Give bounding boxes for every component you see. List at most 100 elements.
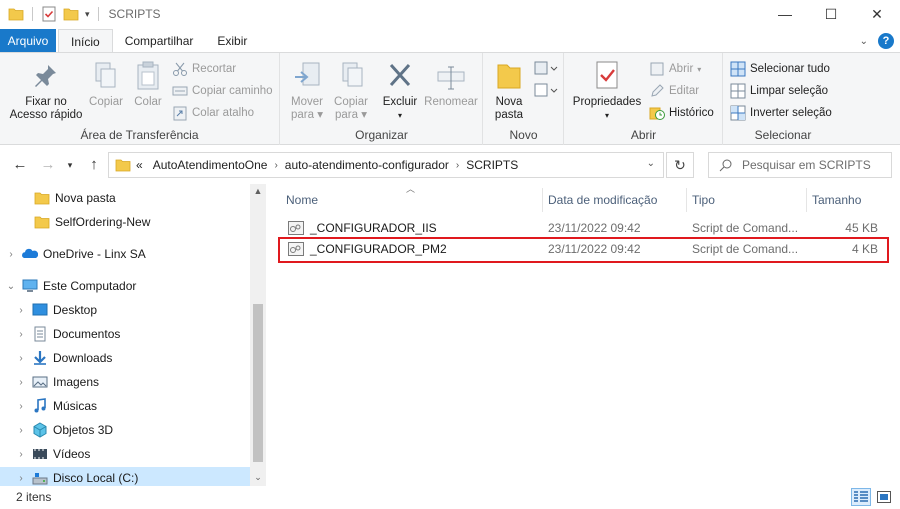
nav-item-selfordering[interactable]: SelfOrdering-New bbox=[0, 211, 250, 233]
column-header-type[interactable]: Tipo bbox=[686, 188, 806, 212]
copy-path-button[interactable]: Copiar caminho bbox=[172, 82, 273, 100]
history-button[interactable]: Histórico bbox=[649, 104, 714, 122]
delete-icon bbox=[389, 63, 411, 87]
nav-scrollbar[interactable]: ▲ ⌄ bbox=[250, 184, 266, 486]
address-dropdown-icon[interactable]: ⌄ bbox=[647, 158, 655, 169]
column-header-size[interactable]: Tamanho bbox=[806, 188, 886, 212]
title-bar: ▾ SCRIPTS — ☐ ✕ bbox=[0, 0, 900, 28]
delete-button[interactable]: Excluir ▾ bbox=[377, 59, 423, 122]
breadcrumb-autoatendimentoone[interactable]: AutoAtendimentoOne bbox=[148, 158, 273, 172]
properties-button[interactable]: Propriedades ▾ bbox=[571, 59, 643, 122]
search-icon bbox=[719, 159, 732, 171]
new-item-icon[interactable] bbox=[534, 61, 558, 77]
large-icons-view-button[interactable] bbox=[874, 488, 894, 506]
file-size: 45 KB bbox=[845, 221, 878, 235]
paste-shortcut-button[interactable]: Colar atalho bbox=[172, 104, 254, 122]
breadcrumb-scripts[interactable]: SCRIPTS bbox=[461, 158, 523, 172]
edit-icon bbox=[651, 84, 664, 97]
help-icon[interactable]: ? bbox=[878, 33, 894, 49]
chevron-right-icon[interactable]: › bbox=[16, 425, 26, 436]
tab-home[interactable]: Início bbox=[58, 29, 113, 53]
properties-quick-icon[interactable] bbox=[41, 6, 57, 22]
minimize-button[interactable]: — bbox=[762, 0, 808, 28]
chevron-right-icon[interactable]: › bbox=[16, 401, 26, 412]
open-button[interactable]: Abrir ▾ bbox=[649, 60, 701, 78]
paste-shortcut-label: Colar atalho bbox=[192, 107, 255, 119]
group-label-new: Novo bbox=[509, 128, 538, 142]
select-none-label: Limpar seleção bbox=[750, 85, 828, 97]
select-none-button[interactable]: Limpar seleção bbox=[730, 82, 828, 100]
chevron-right-icon[interactable]: › bbox=[16, 449, 26, 460]
chevron-right-icon[interactable]: › bbox=[16, 353, 26, 364]
properties-dropdown-icon: ▾ bbox=[604, 111, 609, 120]
ribbon: Fixar no Acesso rápido Copiar Colar Reco… bbox=[0, 52, 900, 145]
breadcrumb-configurador[interactable]: auto-atendimento-configurador bbox=[280, 158, 454, 172]
nav-item-videos[interactable]: › Vídeos bbox=[0, 443, 250, 465]
file-row[interactable]: _CONFIGURADOR_IIS 23/11/2022 09:42 Scrip… bbox=[280, 218, 890, 238]
group-organize: Mover para ▾ Copiar para ▾ Excluir ▾ Ren… bbox=[281, 53, 483, 145]
column-header-modified[interactable]: Data de modificação bbox=[542, 188, 686, 212]
chevron-right-icon[interactable]: › bbox=[272, 160, 279, 171]
select-all-icon bbox=[730, 61, 746, 77]
group-clipboard: Fixar no Acesso rápido Copiar Colar Reco… bbox=[0, 53, 280, 145]
delete-dropdown-icon: ▾ bbox=[397, 111, 402, 120]
navigation-pane: Nova pasta SelfOrdering-New › OneDrive -… bbox=[0, 184, 266, 486]
close-button[interactable]: ✕ bbox=[854, 0, 900, 28]
scrollbar-thumb[interactable] bbox=[253, 304, 263, 462]
paste-shortcut-icon bbox=[173, 106, 187, 121]
column-header-name[interactable]: Nome bbox=[280, 188, 540, 212]
nav-item-desktop[interactable]: › Desktop bbox=[0, 299, 250, 321]
tab-view[interactable]: Exibir bbox=[205, 29, 259, 53]
chevron-right-icon[interactable]: › bbox=[16, 377, 26, 388]
move-to-button[interactable]: Mover para ▾ bbox=[285, 59, 329, 122]
nav-item-disco-local[interactable]: › Disco Local (C:) bbox=[0, 467, 250, 486]
new-folder-quick-icon[interactable] bbox=[63, 7, 79, 21]
tab-share[interactable]: Compartilhar bbox=[113, 29, 206, 53]
rename-button[interactable]: Renomear bbox=[423, 59, 479, 109]
forward-button[interactable]: → bbox=[38, 155, 58, 175]
scroll-down-icon[interactable]: ⌄ bbox=[250, 472, 266, 483]
nav-item-objetos-3d[interactable]: › Objetos 3D bbox=[0, 419, 250, 441]
chevron-right-icon[interactable]: › bbox=[16, 305, 26, 316]
breadcrumb-overflow[interactable]: « bbox=[131, 158, 148, 172]
videos-icon bbox=[33, 449, 47, 459]
copy-to-button[interactable]: Copiar para ▾ bbox=[329, 59, 373, 122]
address-bar[interactable]: « AutoAtendimentoOne › auto-atendimento-… bbox=[108, 152, 664, 178]
tab-file[interactable]: Arquivo bbox=[0, 29, 56, 53]
edit-button[interactable]: Editar bbox=[649, 82, 699, 100]
up-button[interactable]: ↑ bbox=[84, 155, 104, 175]
nav-label: Documentos bbox=[53, 327, 121, 341]
easy-access-icon[interactable] bbox=[534, 83, 558, 99]
chevron-down-icon[interactable]: ⌄ bbox=[6, 281, 16, 292]
music-icon bbox=[34, 398, 46, 413]
invert-selection-button[interactable]: Inverter seleção bbox=[730, 104, 832, 122]
search-input[interactable]: Pesquisar em SCRIPTS bbox=[708, 152, 892, 178]
chevron-down-icon[interactable]: ⌄ bbox=[860, 36, 868, 47]
nav-item-downloads[interactable]: › Downloads bbox=[0, 347, 250, 369]
nav-item-onedrive[interactable]: › OneDrive - Linx SA bbox=[0, 243, 250, 265]
highlight-box bbox=[278, 237, 889, 263]
scroll-up-icon[interactable]: ▲ bbox=[250, 186, 266, 196]
customize-quick-access-icon[interactable]: ▾ bbox=[85, 9, 90, 20]
copy-path-icon bbox=[172, 86, 188, 96]
new-folder-button[interactable]: Nova pasta bbox=[488, 59, 530, 122]
refresh-button[interactable]: ↻ bbox=[666, 152, 694, 178]
nav-item-documentos[interactable]: › Documentos bbox=[0, 323, 250, 345]
chevron-right-icon[interactable]: › bbox=[6, 249, 16, 260]
nav-item-nova-pasta[interactable]: Nova pasta bbox=[0, 187, 250, 209]
back-button[interactable]: ← bbox=[10, 155, 30, 175]
chevron-right-icon[interactable]: › bbox=[16, 473, 26, 484]
maximize-button[interactable]: ☐ bbox=[808, 0, 854, 28]
nav-item-este-computador[interactable]: ⌄ Este Computador bbox=[0, 275, 250, 297]
pin-quick-access-button[interactable]: Fixar no Acesso rápido bbox=[6, 59, 86, 122]
recent-locations-button[interactable]: ▾ bbox=[60, 155, 80, 175]
nav-item-imagens[interactable]: › Imagens bbox=[0, 371, 250, 393]
details-view-button[interactable] bbox=[851, 488, 871, 506]
nav-item-musicas[interactable]: › Músicas bbox=[0, 395, 250, 417]
chevron-right-icon[interactable]: › bbox=[454, 160, 461, 171]
select-all-button[interactable]: Selecionar tudo bbox=[730, 60, 830, 78]
copy-button[interactable]: Copiar bbox=[86, 59, 126, 109]
cut-button[interactable]: Recortar bbox=[172, 60, 236, 78]
paste-button[interactable]: Colar bbox=[128, 59, 168, 109]
chevron-right-icon[interactable]: › bbox=[16, 329, 26, 340]
